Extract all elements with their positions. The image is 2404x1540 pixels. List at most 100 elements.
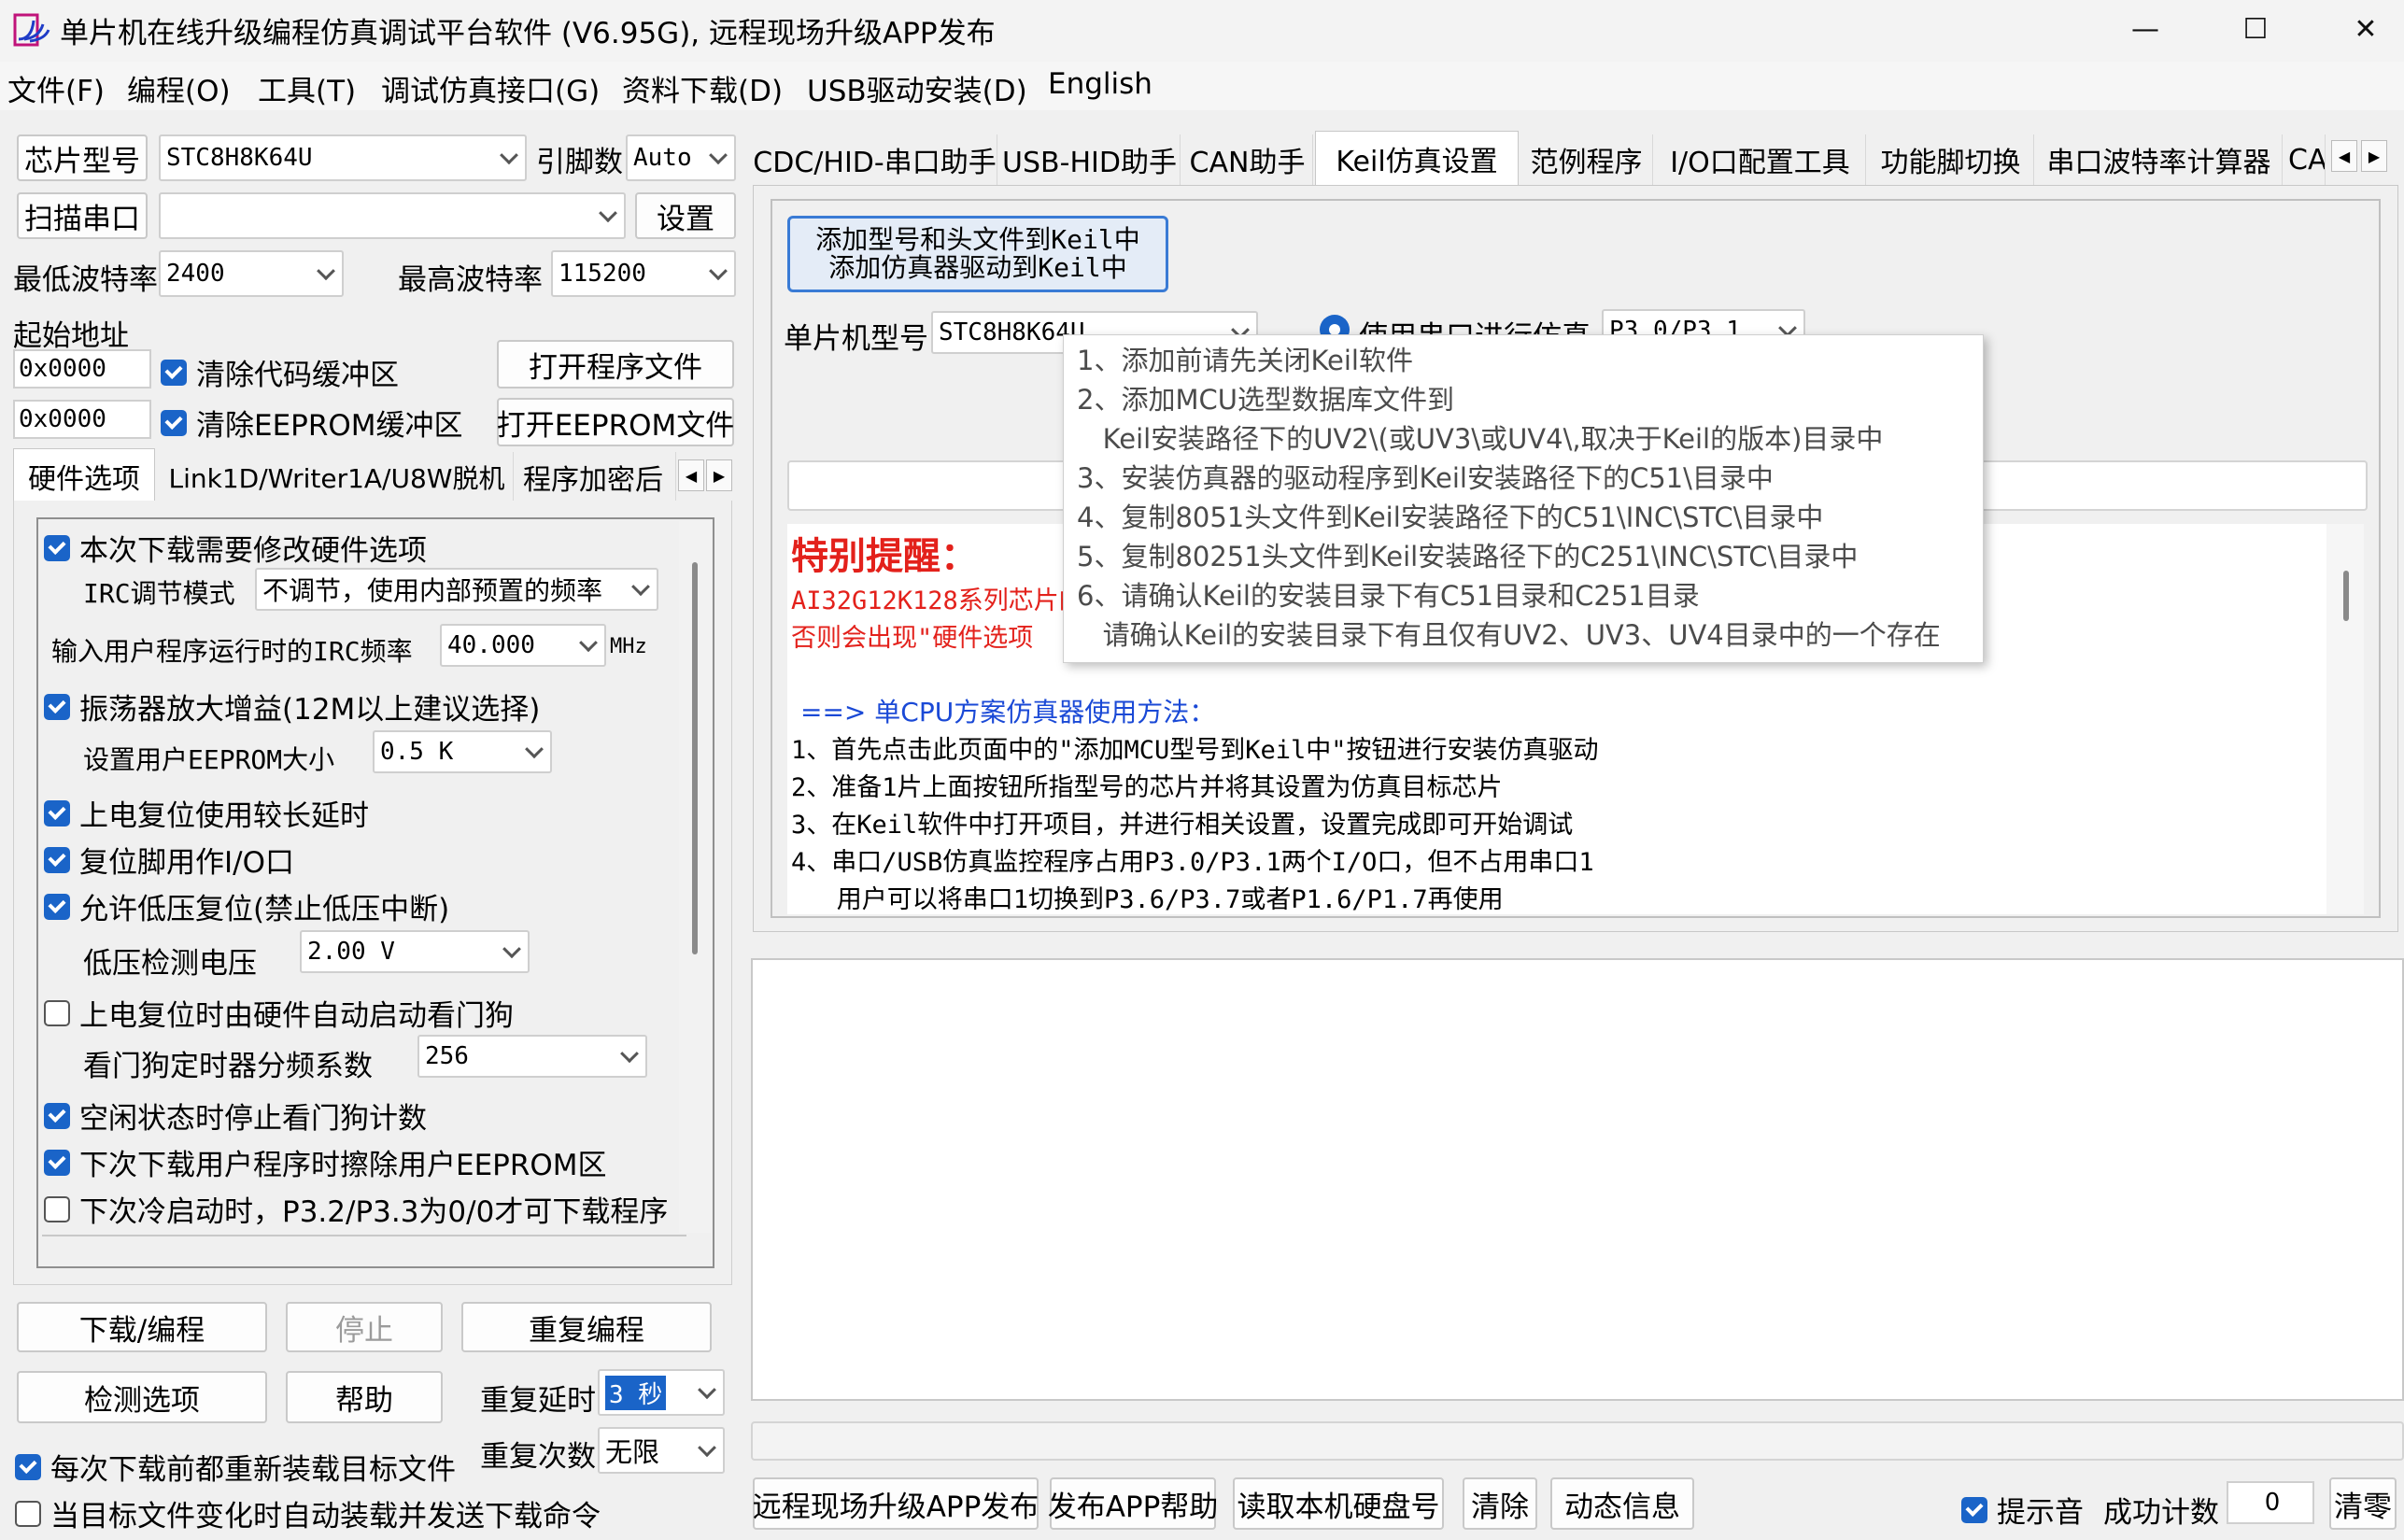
menu-tools[interactable]: 工具(T) (258, 67, 356, 109)
checkbox-checked-icon (44, 799, 70, 827)
watchdog-prescaler-select[interactable]: 256 (417, 1035, 647, 1078)
add-to-keil-button[interactable]: 添加型号和头文件到Keil中 添加仿真器驱动到Keil中 (787, 216, 1168, 292)
tab-baud-calculator[interactable]: 串口波特率计算器 (2036, 134, 2283, 185)
tab-encrypted-program[interactable]: 程序加密后 (517, 452, 676, 502)
p32-cold-start-checkbox[interactable]: 下次冷启动时，P3.2/P3.3为0/0才可下载程序 (44, 1188, 668, 1230)
eeprom-start-address-input[interactable]: 0x0000 (13, 400, 151, 439)
download-program-button[interactable]: 下载/编程 (17, 1302, 267, 1352)
checkbox-unchecked-icon (44, 1195, 70, 1222)
clear-code-buffer-checkbox[interactable]: 清除代码缓冲区 (161, 351, 399, 393)
publish-help-button[interactable]: 发布APP帮助 (1048, 1477, 1218, 1530)
tab-can[interactable]: CAN助手 (1182, 134, 1313, 185)
menu-debug-interface[interactable]: 调试仿真接口(G) (381, 67, 600, 109)
tab-scroll-left-icon[interactable]: ◀ (678, 459, 704, 491)
irc-mode-label: IRC调节模式 (83, 578, 235, 609)
code-start-address-input[interactable]: 0x0000 (13, 349, 151, 389)
check-options-button[interactable]: 检测选项 (17, 1371, 267, 1423)
tab-io-config[interactable]: I/O口配置工具 (1655, 134, 1866, 185)
min-baud-select[interactable]: 2400 (159, 250, 344, 297)
chip-type-label-button[interactable]: 芯片型号 (17, 134, 148, 181)
status-bar (751, 1421, 2404, 1461)
minimize-button[interactable]: — (2090, 0, 2200, 58)
menu-usb-driver[interactable]: USB驱动安装(D) (807, 67, 1027, 109)
tab-usb-hid[interactable]: USB-HID助手 (999, 134, 1181, 185)
tooltip-line: 6、请确认Keil的安装目录下有C51目录和C251目录 (1077, 580, 1700, 612)
checkbox-checked-icon (44, 534, 70, 561)
checkbox-checked-icon (44, 693, 70, 720)
clear-eeprom-buffer-checkbox[interactable]: 清除EEPROM缓冲区 (161, 402, 463, 444)
low-voltage-reset-checkbox[interactable]: 允许低压复位(禁止低压中断) (44, 885, 449, 927)
irc-mode-value: 不调节，使用内部预置的频率 (262, 575, 603, 606)
oscillator-gain-checkbox[interactable]: 振荡器放大增益(12M以上建议选择) (44, 685, 540, 728)
repeat-delay-value: 3 秒 (605, 1375, 667, 1410)
irc-frequency-select[interactable]: 40.000 (440, 624, 606, 667)
tab-examples[interactable]: 范例程序 (1520, 134, 1653, 185)
checkbox-unchecked-icon (15, 1500, 41, 1527)
eeprom-size-select[interactable]: 0.5 K (373, 730, 552, 773)
tab-scroll-left-icon[interactable]: ◀ (2331, 140, 2357, 172)
idle-stop-watchdog-label: 空闲状态时停止看门狗计数 (79, 1102, 427, 1136)
publish-app-button[interactable]: 远程现场升级APP发布 (753, 1477, 1039, 1530)
eeprom-size-value: 0.5 K (380, 738, 454, 766)
tab-scroll-right-icon[interactable]: ▶ (2361, 140, 2387, 172)
watchdog-auto-start-checkbox[interactable]: 上电复位时由硬件自动启动看门狗 (44, 992, 514, 1034)
tab-scroll-right-icon[interactable]: ▶ (706, 459, 732, 491)
tab-pin-switch[interactable]: 功能脚切换 (1868, 134, 2034, 185)
low-voltage-detect-select[interactable]: 2.00 V (300, 930, 530, 973)
auto-load-send-checkbox[interactable]: 当目标文件变化时自动装载并发送下载命令 (15, 1492, 601, 1534)
stop-button[interactable]: 停止 (286, 1302, 443, 1352)
erase-eeprom-checkbox[interactable]: 下次下载用户程序时擦除用户EEPROM区 (44, 1141, 607, 1183)
reset-pin-io-checkbox[interactable]: 复位脚用作I/O口 (44, 839, 294, 881)
reload-target-checkbox[interactable]: 每次下载前都重新装载目标文件 (15, 1446, 456, 1488)
maximize-button[interactable]: ☐ (2200, 0, 2311, 58)
clear-log-button[interactable]: 清除 (1463, 1477, 1537, 1530)
checkbox-unchecked-icon (44, 999, 70, 1026)
pins-label: 引脚数 (536, 146, 623, 179)
irc-mode-select[interactable]: 不调节，使用内部预置的频率 (255, 568, 658, 611)
close-button[interactable]: ✕ (2311, 0, 2404, 58)
beep-checkbox[interactable]: 提示音 (1961, 1489, 2084, 1531)
hardware-options-panel: 本次下载需要修改硬件选项 IRC调节模式 不调节，使用内部预置的频率 输入用户程… (13, 501, 732, 1285)
add-to-keil-tooltip: 1、添加前请先关闭Keil软件 2、添加MCU选型数据库文件到 Keil安装路径… (1063, 334, 1984, 663)
open-eeprom-file-button[interactable]: 打开EEPROM文件 (497, 398, 734, 446)
port-select[interactable] (159, 192, 626, 239)
repeat-program-button[interactable]: 重复编程 (461, 1302, 712, 1352)
menu-english[interactable]: English (1048, 67, 1153, 101)
modify-hardware-options-checkbox[interactable]: 本次下载需要修改硬件选项 (44, 527, 427, 569)
por-long-delay-checkbox[interactable]: 上电复位使用较长延时 (44, 792, 369, 834)
help-button[interactable]: 帮助 (286, 1371, 443, 1423)
success-count-label: 成功计数 (2103, 1496, 2219, 1530)
dynamic-info-button[interactable]: 动态信息 (1550, 1477, 1694, 1530)
start-address-label: 起始地址 (13, 319, 129, 353)
pins-select[interactable]: Auto (626, 134, 736, 181)
open-program-file-button[interactable]: 打开程序文件 (497, 340, 734, 389)
help-text-scrollbar[interactable] (2326, 524, 2364, 914)
tab-keil-simulation[interactable]: Keil仿真设置 (1315, 131, 1519, 185)
read-disk-id-button[interactable]: 读取本机硬盘号 (1233, 1477, 1444, 1530)
options-scrollbar[interactable] (679, 521, 711, 1233)
repeat-delay-select[interactable]: 3 秒 (598, 1369, 725, 1416)
tab-offline-programmer[interactable]: Link1D/Writer1A/U8W脱机 (161, 452, 514, 502)
idle-stop-watchdog-checkbox[interactable]: 空闲状态时停止看门狗计数 (44, 1095, 427, 1137)
modify-hardware-options-label: 本次下载需要修改硬件选项 (79, 534, 427, 568)
menu-program[interactable]: 编程(O) (127, 67, 231, 109)
menu-downloads[interactable]: 资料下载(D) (622, 67, 783, 109)
reset-count-button[interactable]: 清零 (2329, 1477, 2397, 1530)
scan-port-button[interactable]: 扫描串口 (17, 192, 148, 239)
tab-cdc-hid-serial[interactable]: CDC/HID-串口助手 (753, 134, 997, 185)
output-log[interactable] (751, 958, 2404, 1401)
settings-button[interactable]: 设置 (635, 192, 736, 239)
chip-type-select[interactable]: STC8H8K64U (159, 134, 527, 181)
irc-frequency-label: 输入用户程序运行时的IRC频率 (51, 636, 413, 667)
eeprom-size-label: 设置用户EEPROM大小 (83, 744, 335, 775)
reload-target-label: 每次下载前都重新装载目标文件 (50, 1453, 456, 1487)
pins-value: Auto (633, 144, 692, 172)
scrollbar-thumb[interactable] (2343, 571, 2349, 621)
tab-hardware-options[interactable]: 硬件选项 (13, 448, 155, 502)
menu-file[interactable]: 文件(F) (7, 67, 105, 109)
tab-can-overflow[interactable]: CA (2284, 134, 2326, 185)
max-baud-select[interactable]: 115200 (551, 250, 736, 297)
scrollbar-thumb[interactable] (692, 562, 698, 954)
repeat-count-select[interactable]: 无限 (598, 1427, 725, 1474)
repeat-delay-label: 重复延时 (480, 1384, 596, 1418)
